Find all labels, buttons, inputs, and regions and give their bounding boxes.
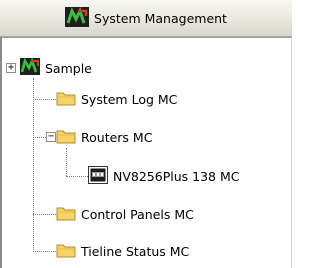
tree-node-sample[interactable]: Sample <box>20 57 92 79</box>
tree-node-label: System Log MC <box>81 91 178 107</box>
tree-panel: + Sample System Log MC − Routers MC NV82… <box>0 37 292 268</box>
collapse-routers-button[interactable]: − <box>46 132 56 142</box>
tree-node-label: Tieline Status MC <box>81 243 190 259</box>
header-title: System Management <box>94 10 227 26</box>
tree-connector <box>33 78 34 252</box>
tree-node-label: Sample <box>45 60 92 76</box>
system-tree: + Sample System Log MC − Routers MC NV82… <box>2 38 291 268</box>
folder-icon <box>56 242 76 261</box>
tree-connector <box>33 214 56 215</box>
mv-logo-icon <box>20 57 40 78</box>
tree-node-system-log-mc[interactable]: System Log MC <box>56 88 177 110</box>
tree-node-label: Routers MC <box>81 129 153 145</box>
tree-node-nv8256plus-138-mc[interactable]: NV8256Plus 138 MC <box>88 165 239 187</box>
tree-node-label: NV8256Plus 138 MC <box>113 168 240 184</box>
tree-connector <box>66 148 67 176</box>
tree-node-routers-mc[interactable]: Routers MC <box>56 126 152 148</box>
tree-connector <box>33 251 56 252</box>
tree-node-tieline-status-mc[interactable]: Tieline Status MC <box>56 240 189 262</box>
tree-node-control-panels-mc[interactable]: Control Panels MC <box>56 203 194 225</box>
folder-icon <box>56 205 76 224</box>
folder-icon <box>56 90 76 109</box>
folder-icon <box>56 128 76 147</box>
router-device-icon <box>88 165 108 187</box>
expand-sample-button[interactable]: + <box>6 63 16 73</box>
system-management-header[interactable]: System Management <box>0 0 292 37</box>
mv-logo-icon <box>65 6 90 30</box>
tree-connector <box>33 99 56 100</box>
tree-connector <box>66 176 88 177</box>
tree-node-label: Control Panels MC <box>81 206 194 222</box>
